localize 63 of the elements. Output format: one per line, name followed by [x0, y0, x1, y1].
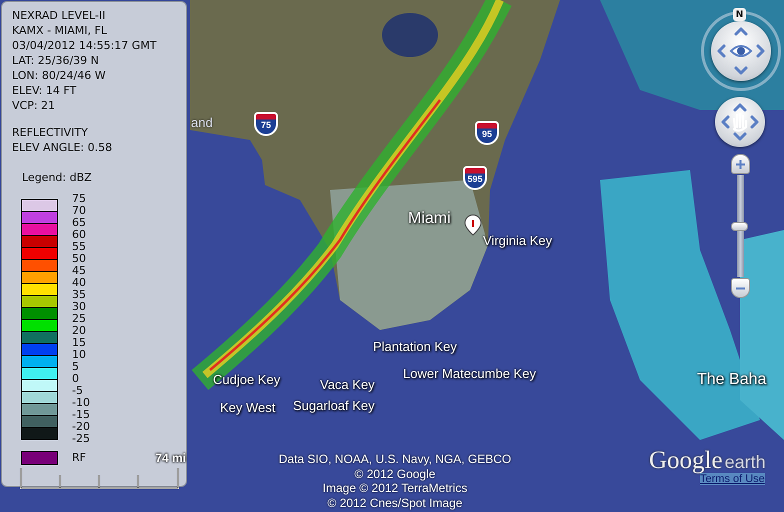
zoom-slider-thumb[interactable]: [731, 222, 748, 231]
product-info-text: ELEV ANGLE: 0.58: [12, 140, 114, 155]
place-label: The Baha: [697, 372, 766, 388]
logo: Googleearth: [649, 447, 766, 474]
scale-label: 74 mi: [155, 451, 186, 465]
legend-value: 70: [72, 205, 87, 217]
hand-icon: [732, 112, 748, 132]
eye-icon: [730, 45, 752, 57]
highway-shield: 95: [475, 121, 499, 145]
legend-value: 45: [72, 265, 87, 277]
legend-value: 55: [72, 241, 87, 253]
product-info-text: REFLECTIVITY: [12, 125, 89, 140]
look-control[interactable]: [701, 11, 781, 91]
radar-info-text: KAMX - MIAMI, FL: [12, 23, 108, 38]
legend-value: 25: [72, 313, 87, 325]
attribution-text: © 2012 Cnes/Spot Image: [328, 496, 462, 510]
radar-info-text: ELEV: 14 FT: [12, 83, 78, 98]
zoom-in-button[interactable]: [731, 154, 750, 174]
place-label: Key West: [220, 401, 276, 414]
place-label: Vaca Key: [320, 378, 375, 391]
legend-value: -15: [72, 409, 90, 421]
place-label: Cudjoe Key: [213, 373, 280, 386]
legend-value: -20: [72, 421, 90, 433]
attribution-text: Image © 2012 TerraMetrics: [322, 481, 468, 496]
zoom-out-button[interactable]: [731, 278, 750, 298]
legend-value: 20: [72, 325, 87, 337]
radar-info-text: NEXRAD LEVEL-II: [12, 8, 106, 23]
place-label: Sugarloaf Key: [293, 399, 375, 412]
north-button[interactable]: N: [733, 8, 746, 21]
legend-value: -10: [72, 397, 90, 409]
radar-info-text: LON: 80/24/46 W: [12, 68, 107, 83]
legend-value: 75: [72, 193, 87, 205]
legend-value: 65: [72, 217, 87, 229]
legend-value: 60: [72, 229, 87, 241]
radar-info-text: LAT: 25/36/39 N: [12, 53, 100, 68]
rf-label: RF: [72, 450, 86, 465]
legend-value: 10: [72, 349, 87, 361]
minus-icon: [736, 286, 745, 290]
place-label: and: [191, 116, 213, 129]
legend-value: 40: [72, 277, 87, 289]
legend-value: -5: [72, 385, 84, 397]
radar-pin-icon: [464, 214, 482, 236]
attribution-text: Data SIO, NOAA, U.S. Navy, NGA, GEBCO: [278, 452, 512, 466]
highway-shield: 75: [254, 112, 278, 136]
place-label: Miami: [408, 211, 451, 227]
legend-value: 30: [72, 301, 87, 313]
place-label: Lower Matecumbe Key: [403, 367, 536, 380]
radar-info-text: 03/04/2012 14:55:17 GMT: [12, 38, 158, 53]
plus-icon: [736, 160, 745, 168]
legend-value: 0: [72, 373, 80, 385]
terms-link[interactable]: Terms of Use: [700, 473, 765, 485]
place-label: Virginia Key: [483, 234, 552, 247]
legend-value: 5: [72, 361, 80, 373]
place-label: Plantation Key: [373, 340, 457, 353]
legend-title: Legend: dBZ: [22, 170, 93, 185]
legend-value: 15: [72, 337, 87, 349]
legend-value: -25: [72, 433, 90, 445]
attribution-text: © 2012 Google: [354, 466, 436, 481]
radar-info-text: VCP: 21: [12, 98, 56, 113]
move-control[interactable]: [715, 97, 765, 147]
highway-shield: 595: [463, 166, 487, 190]
legend-value: 50: [72, 253, 87, 265]
legend-value: 35: [72, 289, 87, 301]
